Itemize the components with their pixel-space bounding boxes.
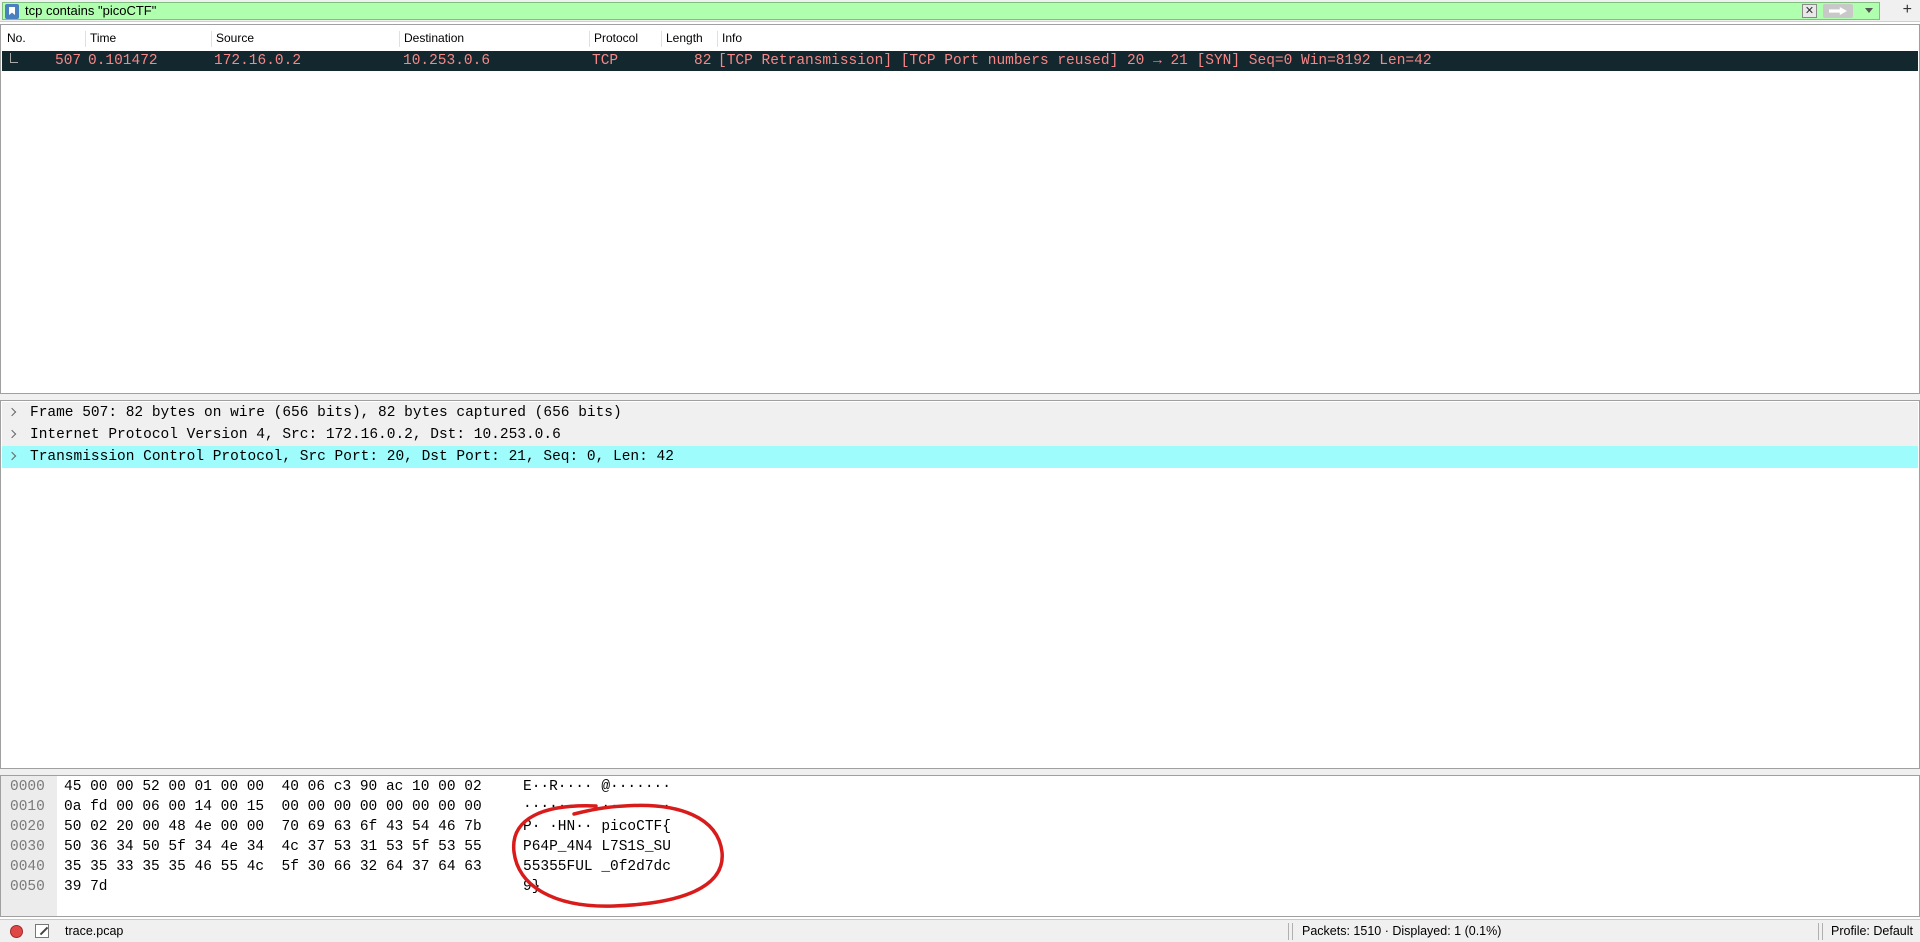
byte-hex[interactable]: 0a fd 00 06 00 14 00 15 00 00 00 00 00 0… [64, 797, 482, 817]
capture-file-name: trace.pcap [65, 924, 124, 938]
detail-item-ipv4[interactable]: Internet Protocol Version 4, Src: 172.16… [2, 424, 1918, 446]
clear-filter-icon[interactable]: ✕ [1802, 4, 1817, 18]
detail-item-label: Transmission Control Protocol, Src Port:… [30, 449, 674, 465]
detail-item-label: Frame 507: 82 bytes on wire (656 bits), … [30, 405, 622, 421]
apply-filter-icon[interactable] [1823, 4, 1853, 18]
packet-length: 82 [694, 53, 712, 69]
detail-item-frame[interactable]: Frame 507: 82 bytes on wire (656 bits), … [2, 402, 1918, 424]
tree-line-icon [10, 53, 18, 63]
packet-source: 172.16.0.2 [214, 53, 302, 69]
byte-offset: 0040 [1, 857, 57, 877]
packet-info: [TCP Retransmission] [TCP Port numbers r… [718, 53, 1432, 69]
column-header-info[interactable]: Info [717, 31, 1917, 47]
byte-offset: 0020 [1, 817, 57, 837]
byte-hex[interactable]: 50 36 34 50 5f 34 4e 34 4c 37 53 31 53 5… [64, 837, 482, 857]
byte-hex[interactable]: 39 7d [64, 877, 108, 897]
expert-info-icon[interactable] [10, 925, 23, 938]
status-divider [1818, 923, 1819, 940]
byte-ascii[interactable]: 55355FUL _0f2d7dc [523, 857, 671, 877]
chevron-right-icon[interactable] [7, 407, 17, 417]
packet-protocol: TCP [592, 53, 619, 69]
byte-hex[interactable]: 50 02 20 00 48 4e 00 00 70 69 63 6f 43 5… [64, 817, 482, 837]
bookmark-icon[interactable] [5, 4, 19, 19]
capture-comment-icon[interactable] [35, 924, 49, 938]
detail-item-tcp[interactable]: Transmission Control Protocol, Src Port:… [2, 446, 1918, 468]
profile-switcher[interactable]: Profile: Default [1831, 920, 1913, 942]
byte-offset: 0010 [1, 797, 57, 817]
byte-offset: 0050 [1, 877, 57, 897]
status-divider [1292, 923, 1293, 940]
display-filter-input[interactable] [23, 3, 1823, 19]
column-header-no[interactable]: No. [3, 31, 87, 47]
byte-hex[interactable]: 35 35 33 35 35 46 55 4c 5f 30 66 32 64 3… [64, 857, 482, 877]
byte-hex[interactable]: 45 00 00 52 00 01 00 00 40 06 c3 90 ac 1… [64, 777, 482, 797]
column-header-length[interactable]: Length [661, 31, 717, 47]
display-filter-toolbar: ✕ + [0, 0, 1920, 22]
detail-item-label: Internet Protocol Version 4, Src: 172.16… [30, 427, 561, 443]
chevron-down-icon[interactable] [1865, 8, 1873, 13]
column-header-destination[interactable]: Destination [399, 31, 589, 47]
display-filter-field[interactable]: ✕ [2, 2, 1880, 20]
packet-list-pane: No. Time Source Destination Protocol Len… [0, 24, 1920, 394]
byte-offset: 0000 [1, 777, 57, 797]
byte-ascii[interactable]: P64P_4N4 L7S1S_SU [523, 837, 671, 857]
status-divider [1288, 923, 1289, 940]
add-filter-button-icon[interactable]: + [1903, 0, 1912, 20]
byte-ascii[interactable]: ········ ········ [523, 797, 671, 817]
packet-bytes-pane: 0000 45 00 00 52 00 01 00 00 40 06 c3 90… [0, 775, 1920, 917]
byte-ascii[interactable]: E··R···· @······· [523, 777, 671, 797]
packet-time: 0.101472 [88, 53, 158, 69]
status-divider [1822, 923, 1823, 940]
byte-ascii[interactable]: P· ·HN·· picoCTF{ [523, 817, 671, 837]
packet-list-header: No. Time Source Destination Protocol Len… [1, 27, 1919, 49]
column-header-time[interactable]: Time [85, 31, 211, 47]
packet-count-status: Packets: 1510 · Displayed: 1 (0.1%) [1302, 924, 1502, 938]
byte-offset: 0030 [1, 837, 57, 857]
packet-details-pane: Frame 507: 82 bytes on wire (656 bits), … [0, 400, 1920, 769]
packet-no: 507 [55, 53, 82, 69]
column-header-source[interactable]: Source [211, 31, 399, 47]
byte-ascii[interactable]: 9} [523, 877, 540, 897]
packet-destination: 10.253.0.6 [403, 53, 491, 69]
column-header-protocol[interactable]: Protocol [589, 31, 661, 47]
chevron-right-icon[interactable] [7, 451, 17, 461]
chevron-right-icon[interactable] [7, 429, 17, 439]
status-bar: trace.pcap Packets: 1510 · Displayed: 1 … [0, 919, 1920, 942]
packet-row[interactable]: 507 0.101472 172.16.0.2 10.253.0.6 TCP 8… [2, 51, 1918, 71]
